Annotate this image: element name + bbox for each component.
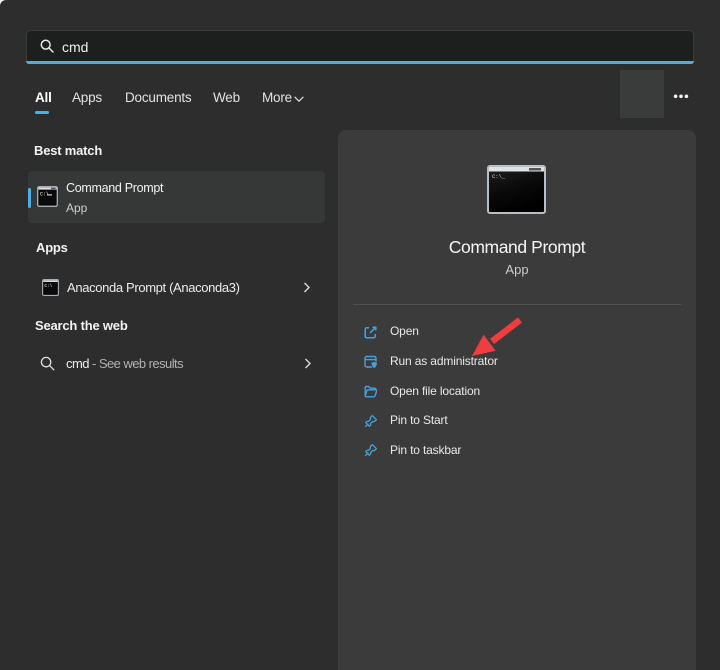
svg-text:C:\_: C:\_ xyxy=(492,173,506,180)
svg-text:C:\: C:\ xyxy=(44,284,52,289)
